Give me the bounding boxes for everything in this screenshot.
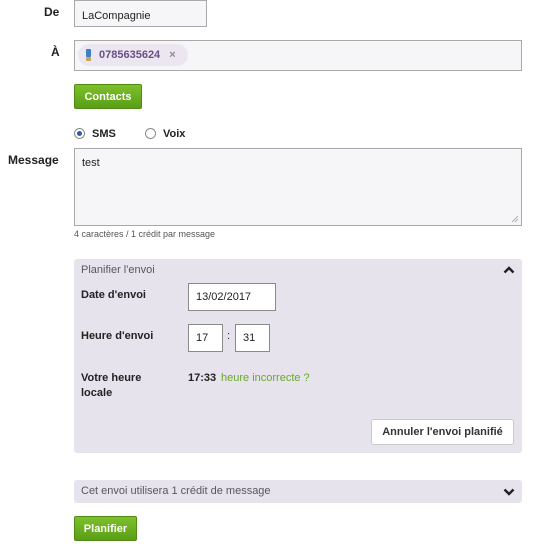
phone-icon <box>86 49 91 61</box>
resize-handle-icon[interactable] <box>511 215 519 223</box>
local-time-label-line2: locale <box>81 387 113 399</box>
to-label: À <box>51 45 60 59</box>
voice-label[interactable]: Voix <box>163 128 185 140</box>
schedule-panel: Planifier l'envoi Date d'envoi 13/02/201… <box>74 259 522 453</box>
date-input[interactable]: 13/02/2017 <box>188 283 276 311</box>
local-time-label: Votre heure locale <box>81 371 141 401</box>
recipient-chip[interactable]: 0785635624 × <box>78 44 188 66</box>
hour-value: 17 <box>196 332 209 344</box>
sms-radio[interactable] <box>74 128 85 139</box>
credit-panel[interactable]: Cet envoi utilisera 1 crédit de message <box>74 480 522 503</box>
chevron-up-icon[interactable] <box>503 266 515 274</box>
contacts-button[interactable]: Contacts <box>74 84 142 109</box>
incorrect-time-link[interactable]: heure incorrecte ? <box>221 372 310 384</box>
schedule-submit-button[interactable]: Planifier <box>74 516 137 541</box>
message-textarea[interactable]: test <box>74 148 522 226</box>
from-label: De <box>44 5 60 19</box>
hour-input[interactable]: 17 <box>188 324 223 352</box>
minute-input[interactable]: 31 <box>235 324 270 352</box>
schedule-panel-title[interactable]: Planifier l'envoi <box>81 264 155 276</box>
character-counter: 4 caractères / 1 crédit par message <box>74 229 216 239</box>
local-time-value: 17:33 <box>188 372 217 384</box>
credit-panel-title[interactable]: Cet envoi utilisera 1 crédit de message <box>81 485 271 497</box>
message-label: Message <box>8 153 59 167</box>
message-text: test <box>82 157 100 169</box>
time-label: Heure d'envoi <box>81 330 154 342</box>
chevron-down-icon[interactable] <box>503 488 515 496</box>
remove-recipient-icon[interactable]: × <box>169 49 175 61</box>
sms-label[interactable]: SMS <box>92 128 116 140</box>
date-value: 13/02/2017 <box>196 291 252 303</box>
local-time-label-line1: Votre heure <box>81 372 142 384</box>
minute-value: 31 <box>243 332 256 344</box>
time-separator: : <box>227 330 231 342</box>
recipient-number: 0785635624 <box>99 49 161 61</box>
from-value: LaCompagnie <box>82 10 151 22</box>
date-label: Date d'envoi <box>81 289 146 301</box>
voice-radio[interactable] <box>145 128 156 139</box>
cancel-schedule-button[interactable]: Annuler l'envoi planifié <box>371 419 514 445</box>
from-field[interactable]: LaCompagnie <box>74 0 207 27</box>
